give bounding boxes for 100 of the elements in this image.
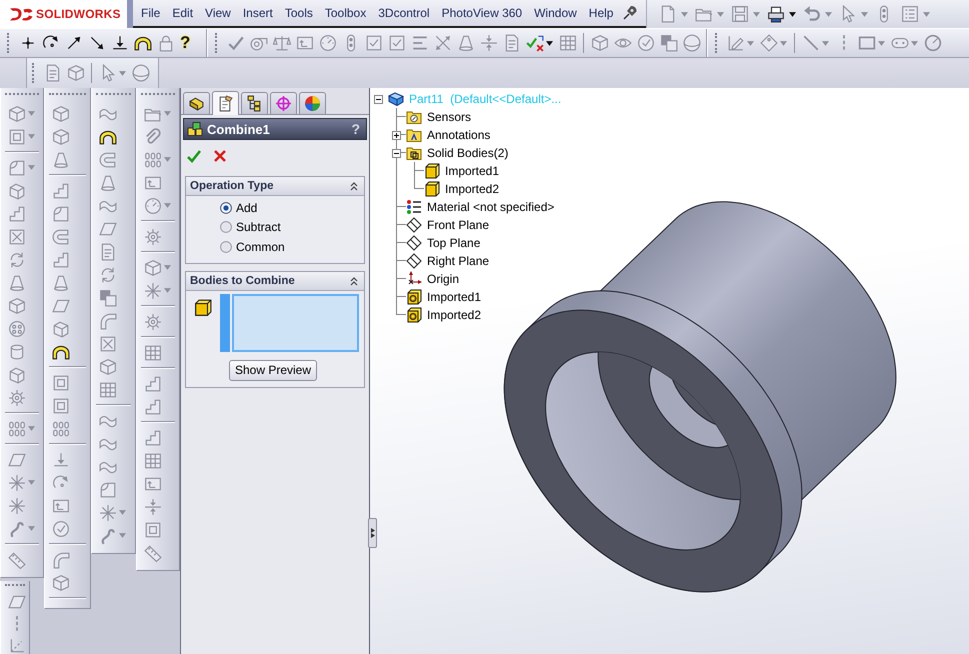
asterisk-icon[interactable] xyxy=(98,504,116,522)
sphere-icon[interactable] xyxy=(682,34,700,52)
tree-item[interactable]: Annotations xyxy=(427,128,490,142)
steps-icon[interactable] xyxy=(52,182,70,200)
tick-square-icon[interactable] xyxy=(364,34,382,52)
panel-tab[interactable] xyxy=(241,92,268,114)
grid-icon[interactable] xyxy=(52,420,70,438)
u-shape-icon[interactable] xyxy=(98,150,116,168)
menu-item[interactable]: Tools xyxy=(278,0,319,26)
cone-icon[interactable] xyxy=(52,274,70,292)
sketch-pencil-icon[interactable] xyxy=(726,34,744,52)
help-button[interactable]: ? xyxy=(177,33,194,53)
toolbar-grip[interactable] xyxy=(5,93,39,97)
frame-icon[interactable] xyxy=(296,34,314,52)
radio-option[interactable]: Common xyxy=(220,237,364,256)
help-button[interactable]: ? xyxy=(351,121,360,137)
menu-item[interactable]: 3Dcontrol xyxy=(372,0,436,26)
pin-icon[interactable] xyxy=(622,5,638,21)
cone-icon[interactable] xyxy=(456,34,474,52)
tree-item[interactable]: Right Plane xyxy=(427,254,490,268)
square-frame-icon[interactable] xyxy=(8,128,26,146)
tree-item[interactable]: Material <not specified> xyxy=(427,200,554,214)
panel-tab[interactable] xyxy=(299,92,326,114)
cone-icon[interactable] xyxy=(8,274,26,292)
box-icon[interactable] xyxy=(52,320,70,338)
grid-icon[interactable] xyxy=(144,150,162,168)
steps-icon[interactable] xyxy=(144,374,162,392)
toolbar-grip[interactable] xyxy=(7,33,11,53)
arrow-to-line-icon[interactable] xyxy=(110,34,128,52)
tree-item[interactable]: Origin xyxy=(427,272,460,286)
gear-icon[interactable] xyxy=(144,228,162,246)
expander-icon[interactable] xyxy=(374,94,383,104)
table-icon[interactable] xyxy=(98,380,116,398)
gauge-icon[interactable] xyxy=(318,34,336,52)
tick-square-icon[interactable] xyxy=(388,34,406,52)
expander-icon[interactable] xyxy=(392,148,401,158)
gauge-icon[interactable] xyxy=(144,196,162,214)
tree-item[interactable]: Imported1 xyxy=(427,290,482,304)
box-icon[interactable] xyxy=(8,182,26,200)
cone-icon[interactable] xyxy=(52,150,70,168)
checklist-icon[interactable] xyxy=(901,5,919,23)
compress-icon[interactable] xyxy=(144,498,162,516)
tag-icon[interactable] xyxy=(760,34,778,52)
cube-icon[interactable] xyxy=(52,128,70,146)
panel-tab[interactable] xyxy=(212,91,239,115)
menu-item[interactable]: Insert xyxy=(236,0,279,26)
menu-item[interactable]: File xyxy=(135,0,166,26)
toolbar-grip[interactable] xyxy=(715,33,719,53)
asterisk-icon[interactable] xyxy=(8,496,26,514)
menu-item[interactable]: View xyxy=(199,0,237,26)
check-cross-icon[interactable] xyxy=(526,34,544,52)
menu-item[interactable]: Toolbox xyxy=(318,0,372,26)
tree-item[interactable]: Imported1 xyxy=(445,164,500,178)
show-preview-button[interactable]: Show Preview xyxy=(229,360,317,380)
steps-icon[interactable] xyxy=(8,204,26,222)
check-icon[interactable] xyxy=(226,34,244,52)
gear-icon[interactable] xyxy=(144,312,162,330)
table-icon[interactable] xyxy=(144,452,162,470)
square-frame-icon[interactable] xyxy=(144,520,162,538)
circle-check-icon[interactable] xyxy=(636,34,654,52)
undo-icon[interactable] xyxy=(803,5,821,23)
steps-icon[interactable] xyxy=(144,398,162,416)
selection-list-field[interactable] xyxy=(220,294,359,352)
rounded-block-icon[interactable] xyxy=(52,204,70,222)
circle-check-icon[interactable] xyxy=(52,520,70,538)
panel-tab[interactable] xyxy=(183,92,210,114)
curve-icon[interactable] xyxy=(98,526,116,544)
bent-pipe-icon[interactable] xyxy=(52,550,70,568)
bars-icon[interactable] xyxy=(410,34,428,52)
radio-option[interactable]: Subtract xyxy=(220,218,364,237)
sphere-icon[interactable] xyxy=(132,64,150,82)
menu-item[interactable]: PhotoView 360 xyxy=(436,0,528,26)
ruler-icon[interactable] xyxy=(144,544,162,562)
compress-icon[interactable] xyxy=(480,34,498,52)
tree-item[interactable]: Front Plane xyxy=(427,218,490,232)
tree-item[interactable]: Solid Bodies(2) xyxy=(427,146,508,160)
caret-icon[interactable] xyxy=(789,12,796,16)
cube-icon[interactable] xyxy=(98,358,116,376)
rectangle-icon[interactable] xyxy=(858,34,876,52)
tree-item[interactable]: Imported2 xyxy=(427,308,482,322)
rounded-block-icon[interactable] xyxy=(98,480,116,498)
ruler-icon[interactable] xyxy=(8,550,26,568)
cone-icon[interactable] xyxy=(98,174,116,192)
grid-icon[interactable] xyxy=(8,420,26,438)
toolbar-grip[interactable] xyxy=(5,584,25,588)
asterisk-icon[interactable] xyxy=(8,474,26,492)
box-icon[interactable] xyxy=(8,366,26,384)
cube-icon[interactable] xyxy=(66,64,84,82)
u-shape-icon[interactable] xyxy=(52,228,70,246)
bent-pipe-icon[interactable] xyxy=(98,312,116,330)
squares-icon[interactable] xyxy=(98,288,116,306)
collapse-icon[interactable] xyxy=(349,180,359,192)
menu-item[interactable]: Help xyxy=(582,0,620,26)
asterisk-icon[interactable] xyxy=(144,282,162,300)
crossed-square-icon[interactable] xyxy=(8,228,26,246)
table-icon[interactable] xyxy=(558,34,576,52)
toolbar-grip[interactable] xyxy=(96,93,131,97)
cube-icon[interactable] xyxy=(8,104,26,122)
tree-item[interactable]: Sensors xyxy=(427,110,472,124)
square-frame-icon[interactable] xyxy=(52,374,70,392)
